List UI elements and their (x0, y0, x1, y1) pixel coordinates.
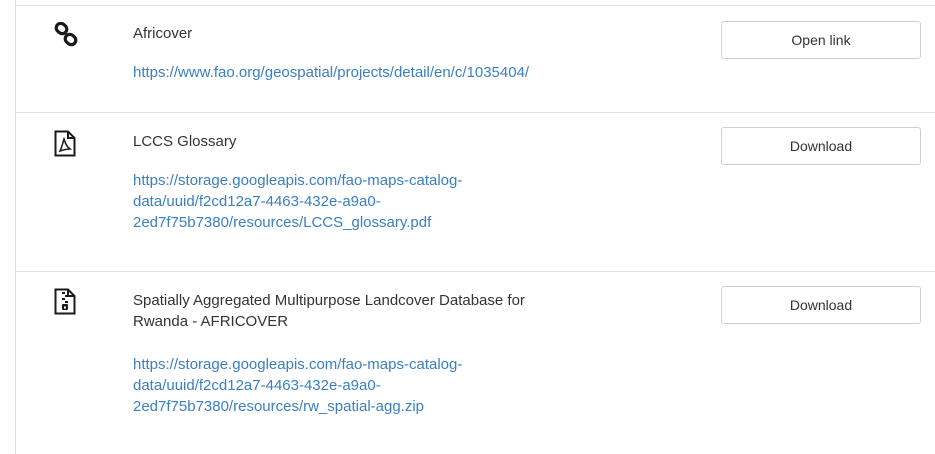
resource-url-link[interactable]: https://storage.googleapis.com/fao-maps-… (133, 170, 553, 233)
link-icon (54, 21, 78, 50)
url-line: 2ed7f75b7380/resources/LCCS_glossary.pdf (133, 214, 432, 231)
url-line: https://storage.googleapis.com/fao-maps-… (133, 356, 463, 373)
zip-file-icon (54, 288, 78, 316)
download-button[interactable]: Download (721, 127, 921, 165)
row-divider (16, 271, 935, 272)
title-line: Spatially Aggregated Multipurpose Landco… (133, 292, 525, 309)
row-divider (16, 112, 935, 113)
resource-url-link[interactable]: https://www.fao.org/geospatial/projects/… (133, 62, 653, 83)
url-line: data/uuid/f2cd12a7-4463-432e-a9a0- (133, 193, 381, 210)
resource-title: Spatially Aggregated Multipurpose Landco… (133, 290, 653, 332)
row-divider (16, 5, 935, 6)
url-line: https://storage.googleapis.com/fao-maps-… (133, 172, 463, 189)
download-button[interactable]: Download (721, 286, 921, 324)
resource-title: LCCS Glossary (133, 133, 237, 150)
resources-panel: Africover https://www.fao.org/geospatial… (15, 0, 935, 454)
open-link-button[interactable]: Open link (721, 21, 921, 59)
resource-title: Africover (133, 25, 193, 42)
title-line: Rwanda - AFRICOVER (133, 313, 289, 330)
url-line: data/uuid/f2cd12a7-4463-432e-a9a0- (133, 377, 381, 394)
resource-url-link[interactable]: https://storage.googleapis.com/fao-maps-… (133, 354, 553, 417)
pdf-file-icon (54, 130, 78, 158)
url-line: 2ed7f75b7380/resources/rw_spatial-agg.zi… (133, 398, 425, 415)
